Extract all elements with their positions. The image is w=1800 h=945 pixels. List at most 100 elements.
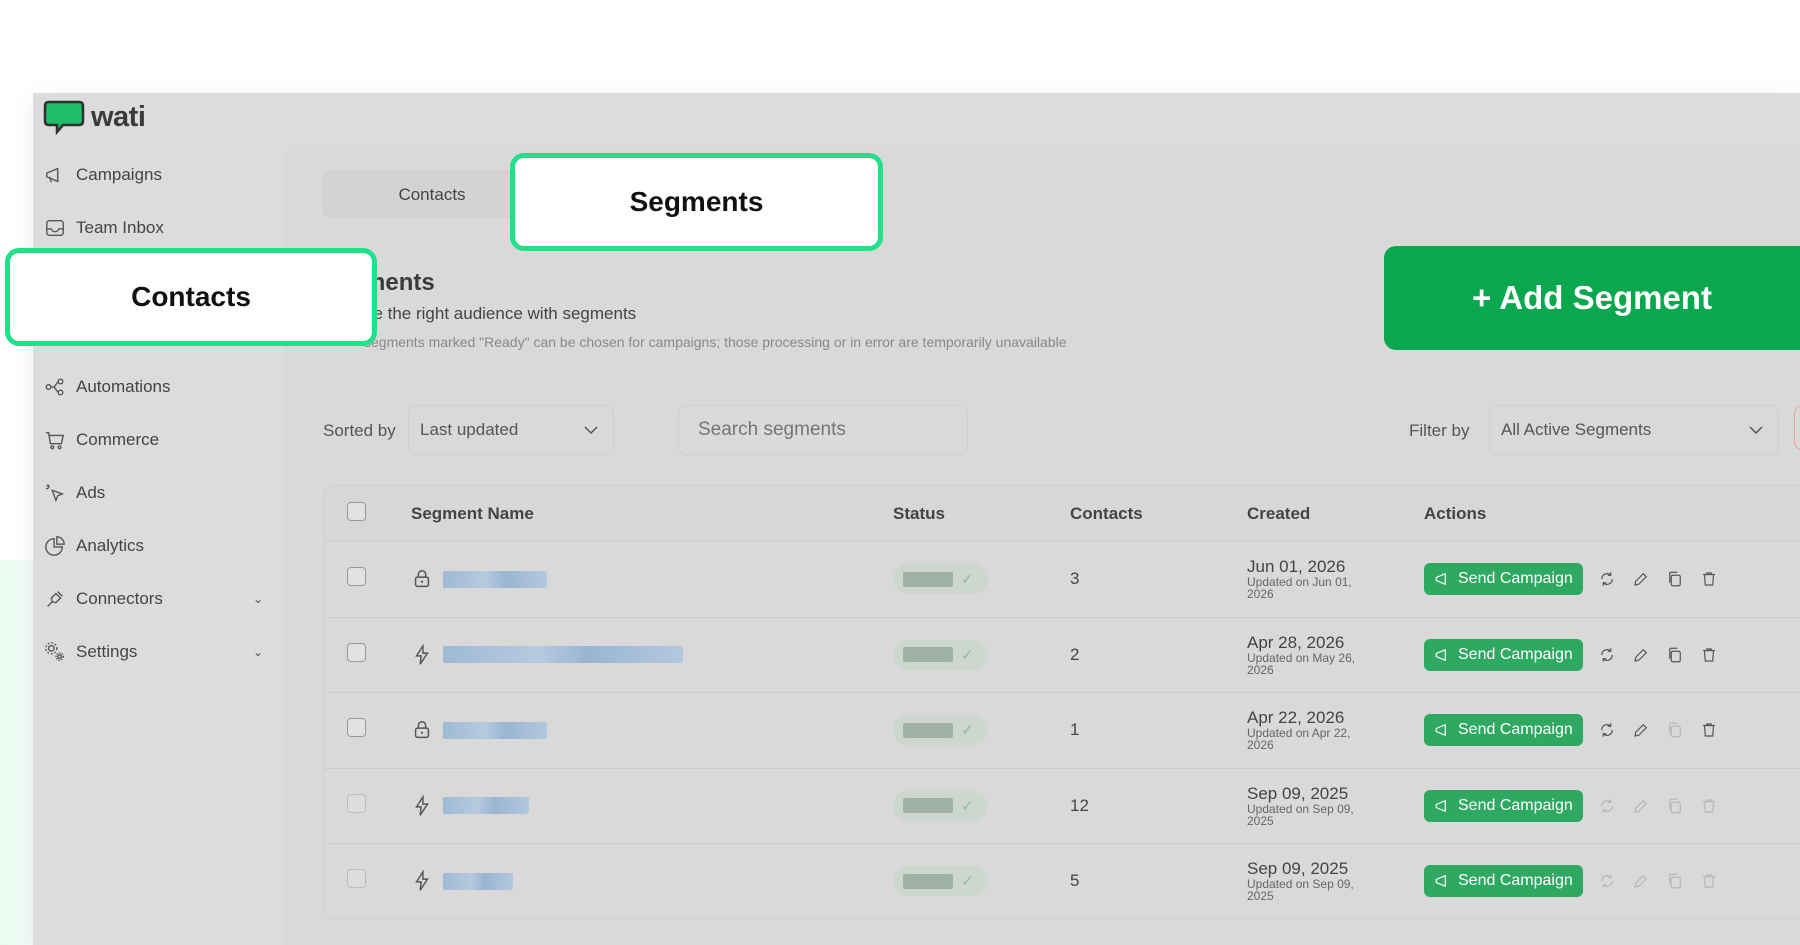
chevron-down-icon[interactable]: ⌄ xyxy=(253,645,263,659)
status-badge: ✓ xyxy=(893,790,988,821)
sidebar-item-contacts[interactable]: Contacts xyxy=(5,248,377,346)
check-icon: ✓ xyxy=(961,797,974,815)
segment-name-redacted[interactable] xyxy=(443,872,513,890)
segment-name-redacted[interactable] xyxy=(443,646,683,664)
plug-icon xyxy=(43,587,67,611)
table-row: ✓ 12 Sep 09, 2025 Updated on Sep 09, 202… xyxy=(324,767,1800,844)
refresh-icon[interactable] xyxy=(1597,796,1617,816)
trash-icon[interactable] xyxy=(1699,871,1719,891)
send-campaign-button[interactable]: Send Campaign xyxy=(1424,789,1583,822)
wati-logo-icon xyxy=(43,100,85,135)
search-input[interactable] xyxy=(678,405,968,455)
trash-icon[interactable] xyxy=(1699,796,1719,816)
add-segment-button[interactable]: + Add Segment xyxy=(1384,246,1800,350)
table-row: ✓ 2 Apr 28, 2026 Updated on May 26, 2026… xyxy=(324,616,1800,693)
refresh-icon[interactable] xyxy=(1597,645,1617,665)
send-campaign-button[interactable]: Send Campaign xyxy=(1424,563,1583,596)
send-campaign-button[interactable]: Send Campaign xyxy=(1424,714,1583,747)
lock-icon xyxy=(414,570,430,588)
row-checkbox[interactable] xyxy=(347,869,366,889)
chevron-down-icon xyxy=(1749,426,1763,435)
cart-icon xyxy=(43,428,67,452)
edit-icon[interactable] xyxy=(1631,645,1651,665)
updated-date: Updated on Sep 09, 2025 xyxy=(1247,801,1354,828)
sidebar-item-settings[interactable]: Settings ⌄ xyxy=(33,625,283,678)
sidebar-item-team-inbox[interactable]: Team Inbox xyxy=(33,201,283,254)
row-checkbox[interactable] xyxy=(347,793,366,813)
inbox-icon xyxy=(43,216,67,240)
select-all-checkbox[interactable] xyxy=(347,501,366,521)
send-campaign-label: Send Campaign xyxy=(1458,645,1573,663)
copy-icon[interactable] xyxy=(1665,720,1685,740)
sidebar-item-label: Commerce xyxy=(76,429,160,449)
row-checkbox[interactable] xyxy=(347,718,366,738)
table-row: ✓ 1 Apr 22, 2026 Updated on Apr 22, 2026… xyxy=(324,692,1800,768)
created-date: Sep 09, 2025 xyxy=(1247,783,1349,803)
edit-icon[interactable] xyxy=(1631,796,1651,816)
refresh-icon[interactable] xyxy=(1597,720,1617,740)
status-badge: ✓ xyxy=(893,715,988,746)
sidebar-item-label: Team Inbox xyxy=(76,217,164,237)
row-checkbox[interactable] xyxy=(347,567,366,587)
sidebar-item-connectors[interactable]: Connectors ⌄ xyxy=(33,572,283,625)
copy-icon[interactable] xyxy=(1665,796,1685,816)
send-campaign-button[interactable]: Send Campaign xyxy=(1424,865,1583,898)
megaphone-icon xyxy=(1435,724,1446,737)
check-icon: ✓ xyxy=(961,646,974,664)
lightning-icon xyxy=(415,794,429,816)
lightning-icon xyxy=(415,643,429,665)
chevron-down-icon[interactable]: ⌄ xyxy=(253,592,263,606)
send-campaign-button[interactable]: Send Campaign xyxy=(1424,638,1583,671)
created-date: Apr 22, 2026 xyxy=(1247,708,1345,728)
trash-icon[interactable] xyxy=(1699,645,1719,665)
flow-icon xyxy=(43,375,67,399)
sort-select[interactable]: Last updated xyxy=(408,405,614,455)
megaphone-icon xyxy=(1435,799,1446,812)
bulk-delete-button[interactable] xyxy=(1794,405,1800,450)
contacts-count: 3 xyxy=(1070,569,1080,589)
sidebar-item-analytics[interactable]: Analytics xyxy=(33,519,283,572)
sidebar-item-automations[interactable]: Automations xyxy=(33,360,283,413)
updated-date: Updated on May 26, 2026 xyxy=(1247,650,1356,677)
header-contacts: Contacts xyxy=(1070,503,1143,523)
refresh-icon[interactable] xyxy=(1597,871,1617,891)
send-campaign-label: Send Campaign xyxy=(1458,721,1573,739)
pie-chart-icon xyxy=(43,534,67,558)
segment-name-redacted[interactable] xyxy=(443,570,547,588)
filter-label: Filter by xyxy=(1409,421,1470,440)
sidebar-item-label: Connectors xyxy=(76,588,163,608)
segments-table: Segment Name Status Contacts Created Act… xyxy=(323,485,1800,919)
filter-select[interactable]: All Active Segments xyxy=(1489,405,1779,455)
copy-icon[interactable] xyxy=(1665,645,1685,665)
tab-segments[interactable]: Segments xyxy=(510,153,883,251)
header-actions: Actions xyxy=(1424,503,1487,523)
copy-icon[interactable] xyxy=(1665,569,1685,589)
chevron-down-icon xyxy=(584,426,598,435)
segment-name-redacted[interactable] xyxy=(443,797,529,815)
header-created: Created xyxy=(1247,503,1311,523)
sidebar: Campaigns Team Inbox Automations Commerc… xyxy=(33,148,283,678)
sidebar-item-campaigns[interactable]: Campaigns xyxy=(33,148,283,201)
edit-icon[interactable] xyxy=(1631,720,1651,740)
edit-icon[interactable] xyxy=(1631,871,1651,891)
row-checkbox[interactable] xyxy=(347,642,366,662)
copy-icon[interactable] xyxy=(1665,871,1685,891)
send-campaign-label: Send Campaign xyxy=(1458,570,1573,588)
updated-date: Updated on Apr 22, 2026 xyxy=(1247,726,1351,753)
segment-name-redacted[interactable] xyxy=(443,721,547,739)
trash-icon[interactable] xyxy=(1699,720,1719,740)
trash-icon[interactable] xyxy=(1699,569,1719,589)
contacts-count: 2 xyxy=(1070,644,1080,664)
table-row: ✓ 3 Jun 01, 2026 Updated on Jun 01, 2026… xyxy=(324,541,1800,617)
created-date: Apr 28, 2026 xyxy=(1247,632,1345,652)
check-icon: ✓ xyxy=(961,873,974,891)
contacts-count: 12 xyxy=(1070,795,1089,815)
sidebar-item-ads[interactable]: Ads xyxy=(33,466,283,519)
created-date: Jun 01, 2026 xyxy=(1247,557,1346,577)
check-icon: ✓ xyxy=(961,722,974,740)
sidebar-item-commerce[interactable]: Commerce xyxy=(33,413,283,466)
refresh-icon[interactable] xyxy=(1597,569,1617,589)
tab-contacts[interactable]: Contacts xyxy=(324,172,540,217)
sort-label: Sorted by xyxy=(323,421,396,440)
edit-icon[interactable] xyxy=(1631,569,1651,589)
